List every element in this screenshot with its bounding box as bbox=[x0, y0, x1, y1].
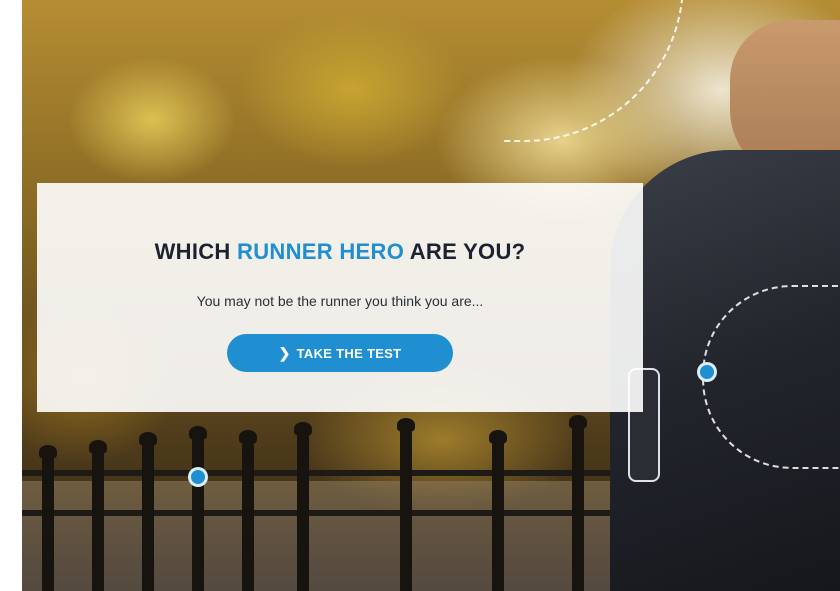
fence-post bbox=[239, 430, 257, 591]
fence-post bbox=[189, 426, 207, 591]
fence-post bbox=[39, 445, 57, 591]
take-the-test-button[interactable]: ❯ TAKE THE TEST bbox=[227, 334, 453, 372]
fence-post bbox=[139, 432, 157, 591]
fence-rail-bottom bbox=[22, 510, 642, 516]
fence-post bbox=[89, 440, 107, 591]
hotspot-dot bbox=[188, 467, 208, 487]
hotspot-dot bbox=[697, 362, 717, 382]
fence-post bbox=[294, 422, 312, 591]
fence-rail-top bbox=[22, 470, 642, 476]
quiz-promo-card: WHICH RUNNER HERO ARE YOU? You may not b… bbox=[37, 183, 643, 412]
promo-subtitle: You may not be the runner you think you … bbox=[196, 293, 484, 309]
fence-post bbox=[569, 415, 587, 591]
heading-suffix: ARE YOU? bbox=[404, 239, 526, 264]
heading-prefix: WHICH bbox=[154, 239, 238, 264]
fence-post bbox=[397, 418, 415, 591]
chevron-right-icon: ❯ bbox=[278, 344, 291, 361]
heading-accent: RUNNER HERO bbox=[237, 239, 405, 264]
promo-heading: WHICH RUNNER HERO ARE YOU? bbox=[37, 239, 643, 265]
fence-post bbox=[489, 430, 507, 591]
cta-label: TAKE THE TEST bbox=[296, 345, 402, 361]
dashed-path-line bbox=[502, 0, 684, 142]
